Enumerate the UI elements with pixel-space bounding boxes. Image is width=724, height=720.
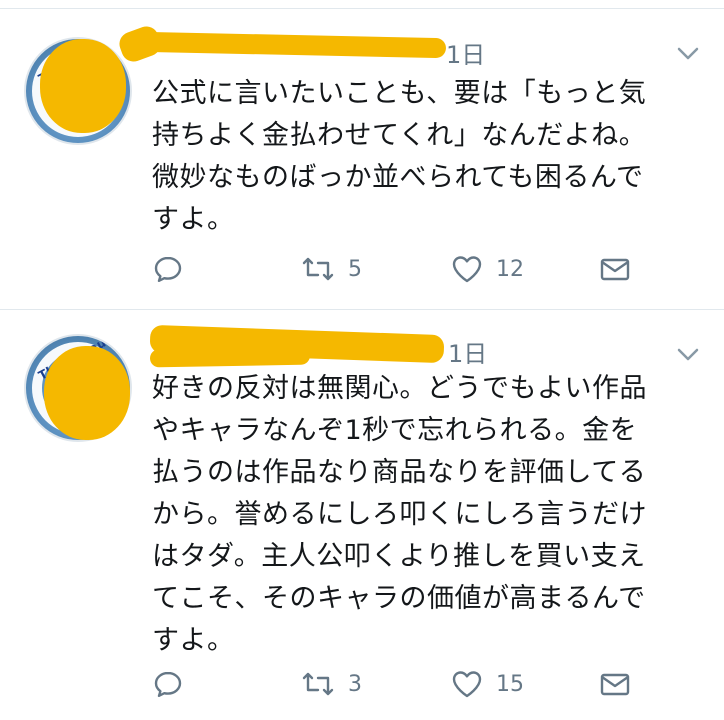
- tweet-actions: 3 15: [152, 664, 652, 704]
- name-redaction: [139, 31, 447, 59]
- retweet-count: 5: [348, 256, 362, 282]
- like-count: 15: [496, 671, 524, 697]
- envelope-icon: [598, 668, 632, 700]
- like-count: 12: [496, 256, 524, 282]
- tweet-text: 好きの反対は無関心。どうでもよい作品 やキャラなんぞ1秒で忘れられる。金を 払う…: [152, 373, 647, 656]
- reply-icon: [152, 668, 184, 700]
- dm-button[interactable]: [598, 249, 632, 289]
- retweet-icon: [300, 253, 336, 285]
- chevron-down-icon[interactable]: [676, 43, 700, 63]
- tweet-timestamp[interactable]: 1日: [446, 35, 485, 70]
- like-button[interactable]: 15: [450, 664, 524, 704]
- heart-icon: [450, 668, 484, 700]
- envelope-icon: [598, 253, 632, 285]
- reply-icon: [152, 253, 184, 285]
- tweet-text: 公式に言いたいことも、要は「もっと気 持ちよく金払わせてくれ」なんだよね。 微妙…: [152, 78, 647, 235]
- reply-button[interactable]: [152, 664, 184, 704]
- chevron-down-icon[interactable]: [676, 344, 700, 364]
- like-button[interactable]: 12: [450, 249, 524, 289]
- tweet-actions: 5 12: [152, 249, 652, 289]
- tweet[interactable]: Thank you M 1日 公式に言いたいことも、要は「もっと気 持ちよく金払…: [0, 9, 724, 310]
- retweet-button[interactable]: 5: [300, 249, 362, 289]
- retweet-button[interactable]: 3: [300, 664, 362, 704]
- retweet-count: 3: [348, 671, 362, 697]
- dm-button[interactable]: [598, 664, 632, 704]
- name-redaction: [149, 346, 311, 368]
- avatar-redaction: [40, 39, 126, 133]
- tweet[interactable]: Thank you M 1日 好きの反対は無関心。どうでもよい作品 やキャラなん…: [0, 310, 724, 720]
- reply-button[interactable]: [152, 249, 184, 289]
- top-divider: [0, 0, 724, 9]
- heart-icon: [450, 253, 484, 285]
- avatar-redaction: [44, 346, 130, 440]
- retweet-icon: [300, 668, 336, 700]
- tweet-timestamp[interactable]: 1日: [448, 334, 487, 369]
